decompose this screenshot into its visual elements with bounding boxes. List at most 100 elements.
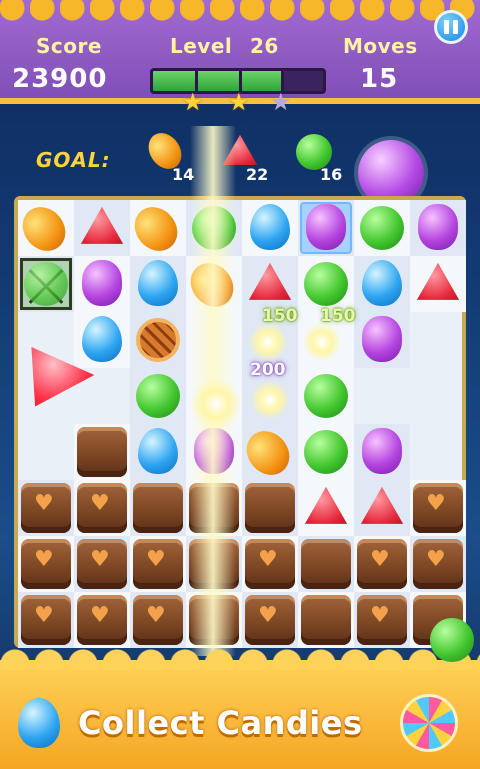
heart-icon: ♥ — [146, 547, 166, 572]
pause-icon — [444, 20, 449, 34]
board-cell[interactable]: ♥ — [74, 536, 130, 592]
board-cell[interactable] — [130, 368, 186, 424]
board-cell[interactable] — [298, 424, 354, 480]
heart-icon: ♥ — [426, 547, 446, 572]
points-popup: 200 — [250, 360, 286, 380]
purple-candy-icon — [362, 428, 402, 474]
board-cell[interactable] — [130, 312, 186, 368]
board-cell[interactable] — [240, 423, 298, 483]
green-ball-icon — [360, 206, 404, 250]
star-icon: ★ — [270, 88, 292, 116]
heart-icon: ♥ — [258, 603, 278, 628]
chocolate-block-icon — [133, 483, 183, 533]
candy-drip-decoration — [0, 646, 480, 670]
board-cell[interactable] — [298, 256, 354, 312]
level-label: Level — [170, 34, 233, 58]
board-cell[interactable] — [130, 480, 186, 536]
striped-ball-icon — [400, 694, 458, 752]
red-drop-icon — [80, 206, 124, 244]
board-cell[interactable] — [298, 368, 354, 424]
board-cell[interactable] — [354, 256, 410, 312]
chocolate-block-icon — [77, 427, 127, 477]
board-cell[interactable] — [74, 200, 130, 256]
heart-icon: ♥ — [426, 491, 446, 516]
board-cell[interactable] — [18, 256, 74, 312]
heart-icon: ♥ — [90, 603, 110, 628]
star-rating: ★ ★ ★ — [182, 90, 302, 116]
board-cell[interactable]: ♥ — [130, 592, 186, 648]
heart-icon: ♥ — [90, 491, 110, 516]
purple-candy-icon — [306, 204, 346, 250]
chocolate-block-icon: ♥ — [245, 595, 295, 645]
board-cell[interactable] — [354, 480, 410, 536]
heart-icon: ♥ — [34, 603, 54, 628]
chocolate-block-icon: ♥ — [21, 539, 71, 589]
blue-drop-icon — [138, 428, 178, 474]
sparkle-icon — [250, 380, 290, 420]
board-cell[interactable] — [74, 312, 130, 368]
board-cell[interactable] — [354, 200, 410, 256]
board-cell[interactable] — [242, 256, 298, 312]
sparkle-icon — [190, 378, 242, 430]
board-cell[interactable]: ♥ — [354, 536, 410, 592]
blue-drop-icon — [362, 260, 402, 306]
pause-icon-bar — [453, 20, 458, 34]
chocolate-block-icon: ♥ — [413, 539, 463, 589]
board-cell[interactable]: ♥ — [410, 536, 466, 592]
heart-icon: ♥ — [370, 547, 390, 572]
board-cell[interactable] — [298, 480, 354, 536]
board-cell[interactable] — [242, 480, 298, 536]
board-cell[interactable]: ♥ — [354, 592, 410, 648]
heart-icon: ♥ — [146, 603, 166, 628]
board-cell[interactable] — [16, 199, 74, 259]
board-cell[interactable]: ♥ — [18, 536, 74, 592]
heart-icon: ♥ — [258, 547, 278, 572]
purple-candy-icon — [418, 204, 458, 250]
board-cell[interactable] — [410, 200, 466, 256]
board-cell[interactable] — [298, 200, 354, 256]
green-ball-icon — [24, 262, 68, 306]
board-cell[interactable]: ♥ — [18, 592, 74, 648]
score-progress-fill — [153, 71, 281, 91]
red-drop-icon — [304, 486, 348, 524]
chocolate-block-icon: ♥ — [245, 539, 295, 589]
board-cell[interactable]: ♥ — [74, 480, 130, 536]
board-cell[interactable] — [242, 200, 298, 256]
chocolate-block-icon — [301, 539, 351, 589]
board-cell[interactable] — [74, 256, 130, 312]
board-cell[interactable] — [354, 312, 410, 368]
sparkle-icon — [302, 322, 342, 362]
board-cell[interactable] — [74, 424, 130, 480]
purple-candy-icon — [82, 260, 122, 306]
sparkle-icon — [248, 322, 288, 362]
chocolate-block-icon: ♥ — [77, 539, 127, 589]
blue-drop-icon — [18, 698, 60, 748]
board-cell[interactable] — [298, 536, 354, 592]
star-icon: ★ — [182, 88, 204, 116]
board-cell[interactable]: ♥ — [242, 536, 298, 592]
orange-jelly-icon — [240, 423, 296, 483]
board-cell[interactable]: ♥ — [410, 480, 466, 536]
chocolate-block-icon: ♥ — [357, 595, 407, 645]
chocolate-block-icon: ♥ — [357, 539, 407, 589]
board-cell[interactable]: ♥ — [74, 592, 130, 648]
green-ball-icon — [304, 430, 348, 474]
board-cell[interactable] — [128, 199, 186, 259]
moves-label: Moves — [343, 34, 418, 58]
board-cell[interactable] — [298, 592, 354, 648]
heart-icon: ♥ — [34, 491, 54, 516]
pause-button[interactable] — [434, 10, 468, 44]
board-cell[interactable] — [130, 424, 186, 480]
board-cell[interactable]: ♥ — [242, 592, 298, 648]
pie-blocker-icon — [136, 318, 180, 362]
board-cell[interactable]: ♥ — [18, 480, 74, 536]
board-cell[interactable] — [410, 256, 466, 312]
board-cell[interactable] — [354, 424, 410, 480]
heart-icon: ♥ — [34, 547, 54, 572]
level-number: 26 — [250, 34, 279, 58]
board-cell[interactable] — [130, 256, 186, 312]
blue-drop-icon — [138, 260, 178, 306]
chocolate-block-icon: ♥ — [21, 483, 71, 533]
board-cell[interactable]: ♥ — [130, 536, 186, 592]
blue-drop-icon — [250, 204, 290, 250]
